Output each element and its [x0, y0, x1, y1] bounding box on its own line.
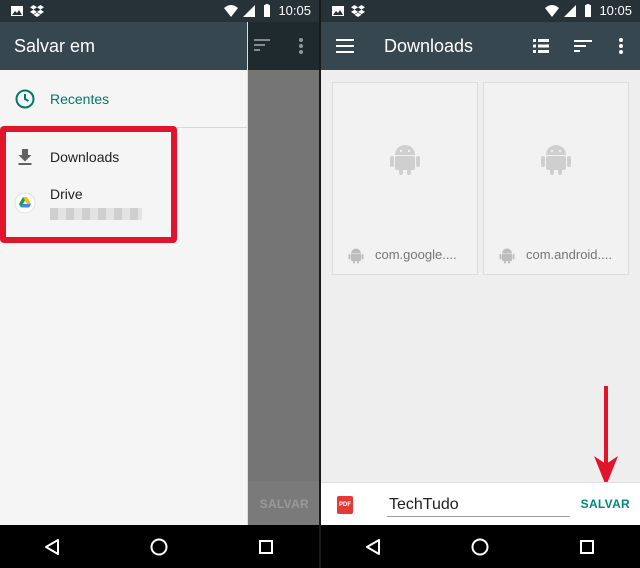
home-button[interactable]	[145, 533, 173, 561]
sort-button[interactable]	[573, 36, 593, 56]
drawer-item-label: Recentes	[50, 91, 110, 107]
sort-icon	[574, 40, 592, 52]
drawer-header: Salvar em	[0, 22, 247, 70]
drawer-item-label: Downloads	[50, 149, 120, 165]
android-icon	[390, 145, 420, 175]
dropbox-icon	[351, 4, 365, 18]
wifi-icon	[224, 4, 239, 18]
image-notification-icon	[10, 4, 24, 18]
folder-card[interactable]: com.android....	[483, 82, 629, 275]
app-bar: Downloads	[321, 22, 640, 70]
back-button[interactable]	[360, 533, 388, 561]
android-small-icon	[498, 246, 516, 264]
back-triangle-icon	[366, 538, 381, 555]
android-small-icon	[347, 246, 365, 264]
drawer-item-drive[interactable]: Drive	[0, 182, 247, 232]
dropbox-icon	[30, 4, 44, 18]
recents-button[interactable]	[252, 533, 280, 561]
wifi-icon	[545, 4, 560, 18]
save-button[interactable]: SALVAR	[581, 497, 630, 511]
more-vert-icon	[299, 38, 303, 54]
file-name-input[interactable]	[387, 493, 570, 517]
card-thumbnail	[333, 83, 477, 233]
recents-square-icon	[258, 539, 273, 554]
menu-button[interactable]	[335, 36, 355, 56]
system-nav-bar	[0, 525, 319, 568]
status-time: 10:05	[599, 3, 632, 18]
navigation-drawer: Salvar em Recentes Downloads Drive	[0, 22, 248, 525]
card-footer: com.google....	[333, 233, 477, 276]
home-circle-icon	[150, 538, 168, 555]
drawer-item-label: Drive	[50, 186, 83, 202]
dimmed-app-bar	[248, 22, 319, 70]
list-view-button[interactable]	[531, 36, 551, 56]
drawer-scrim[interactable]: SALVAR	[248, 22, 319, 525]
hamburger-menu-icon	[336, 39, 354, 53]
card-footer: com.android....	[484, 233, 628, 276]
status-time: 10:05	[278, 3, 311, 18]
dimmed-save-bar: SALVAR	[248, 481, 319, 525]
folder-card[interactable]: com.google....	[332, 82, 478, 275]
home-circle-icon	[471, 538, 489, 555]
battery-icon	[581, 3, 595, 18]
cell-signal-icon	[242, 4, 256, 18]
clock-icon	[14, 88, 36, 110]
drawer-item-downloads[interactable]: Downloads	[0, 142, 247, 172]
system-nav-bar	[321, 525, 640, 568]
card-name: com.android....	[526, 247, 612, 262]
battery-icon	[260, 3, 274, 18]
recents-square-icon	[579, 539, 594, 554]
status-bar: 10:05	[0, 0, 319, 22]
drawer-divider	[0, 127, 247, 128]
more-options-button[interactable]	[611, 36, 631, 56]
sort-icon	[254, 39, 270, 51]
status-bar: 10:05	[321, 0, 640, 22]
more-vert-icon	[619, 38, 623, 54]
drawer-title: Salvar em	[14, 35, 96, 56]
image-notification-icon	[331, 4, 345, 18]
recents-button[interactable]	[573, 533, 601, 561]
google-drive-icon	[14, 192, 36, 214]
save-bar: PDF SALVAR	[321, 482, 640, 525]
card-thumbnail	[484, 83, 628, 233]
left-screen: 10:05 SALVAR Salvar em Recentes Download…	[0, 0, 319, 568]
download-icon	[14, 146, 36, 168]
back-triangle-icon	[45, 538, 60, 555]
drive-account-blurred	[50, 208, 142, 220]
dimmed-save-label: SALVAR	[259, 497, 309, 511]
card-name: com.google....	[375, 247, 457, 262]
cell-signal-icon	[563, 4, 577, 18]
page-title: Downloads	[384, 36, 474, 56]
red-arrow-annotation	[592, 386, 620, 486]
home-button[interactable]	[466, 533, 494, 561]
right-screen: 10:05 Downloads com.google.... com.andro…	[321, 0, 640, 568]
drawer-item-recentes[interactable]: Recentes	[0, 84, 247, 114]
pdf-file-icon: PDF	[337, 496, 353, 514]
back-button[interactable]	[39, 533, 67, 561]
android-icon	[541, 145, 571, 175]
list-view-icon	[533, 39, 549, 53]
